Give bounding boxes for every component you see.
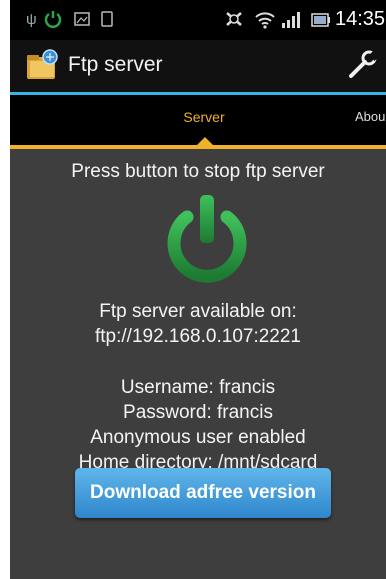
usb-icon: ψ [26,11,37,28]
username-text: Username: francis [120,377,276,398]
password-text: Password: francis [123,402,273,423]
power-button[interactable] [160,195,254,289]
wrench-icon[interactable] [345,48,380,87]
signal-icon [281,12,303,33]
phone-icon [101,11,113,32]
image-icon [74,11,90,32]
server-panel: Press button to stop ftp server Ftp serv… [10,149,386,579]
download-adfree-button[interactable]: Download adfree version [75,468,331,518]
anonymous-text: Anonymous user enabled [90,427,306,448]
power-icon [167,195,247,283]
instruction-text: Press button to stop ftp server [71,161,325,182]
tab-server[interactable]: Server [164,109,244,125]
battery-icon [311,12,331,33]
app-title: Ftp server [68,53,163,76]
alarm-icon [224,10,244,33]
status-time: 14:35 [335,8,386,30]
server-url: ftp://192.168.0.107:2221 [94,326,301,347]
folder-icon[interactable] [24,48,60,89]
power-icon [43,9,63,34]
available-label: Ftp server available on: [99,301,297,322]
phone-screen: ψ 14:35 Ftp server Server Abou Press but… [10,0,386,579]
tab-about[interactable]: Abou [355,109,385,124]
wifi-icon [254,9,276,34]
action-bar: Ftp server [10,40,386,92]
status-bar: ψ 14:35 [10,0,386,40]
